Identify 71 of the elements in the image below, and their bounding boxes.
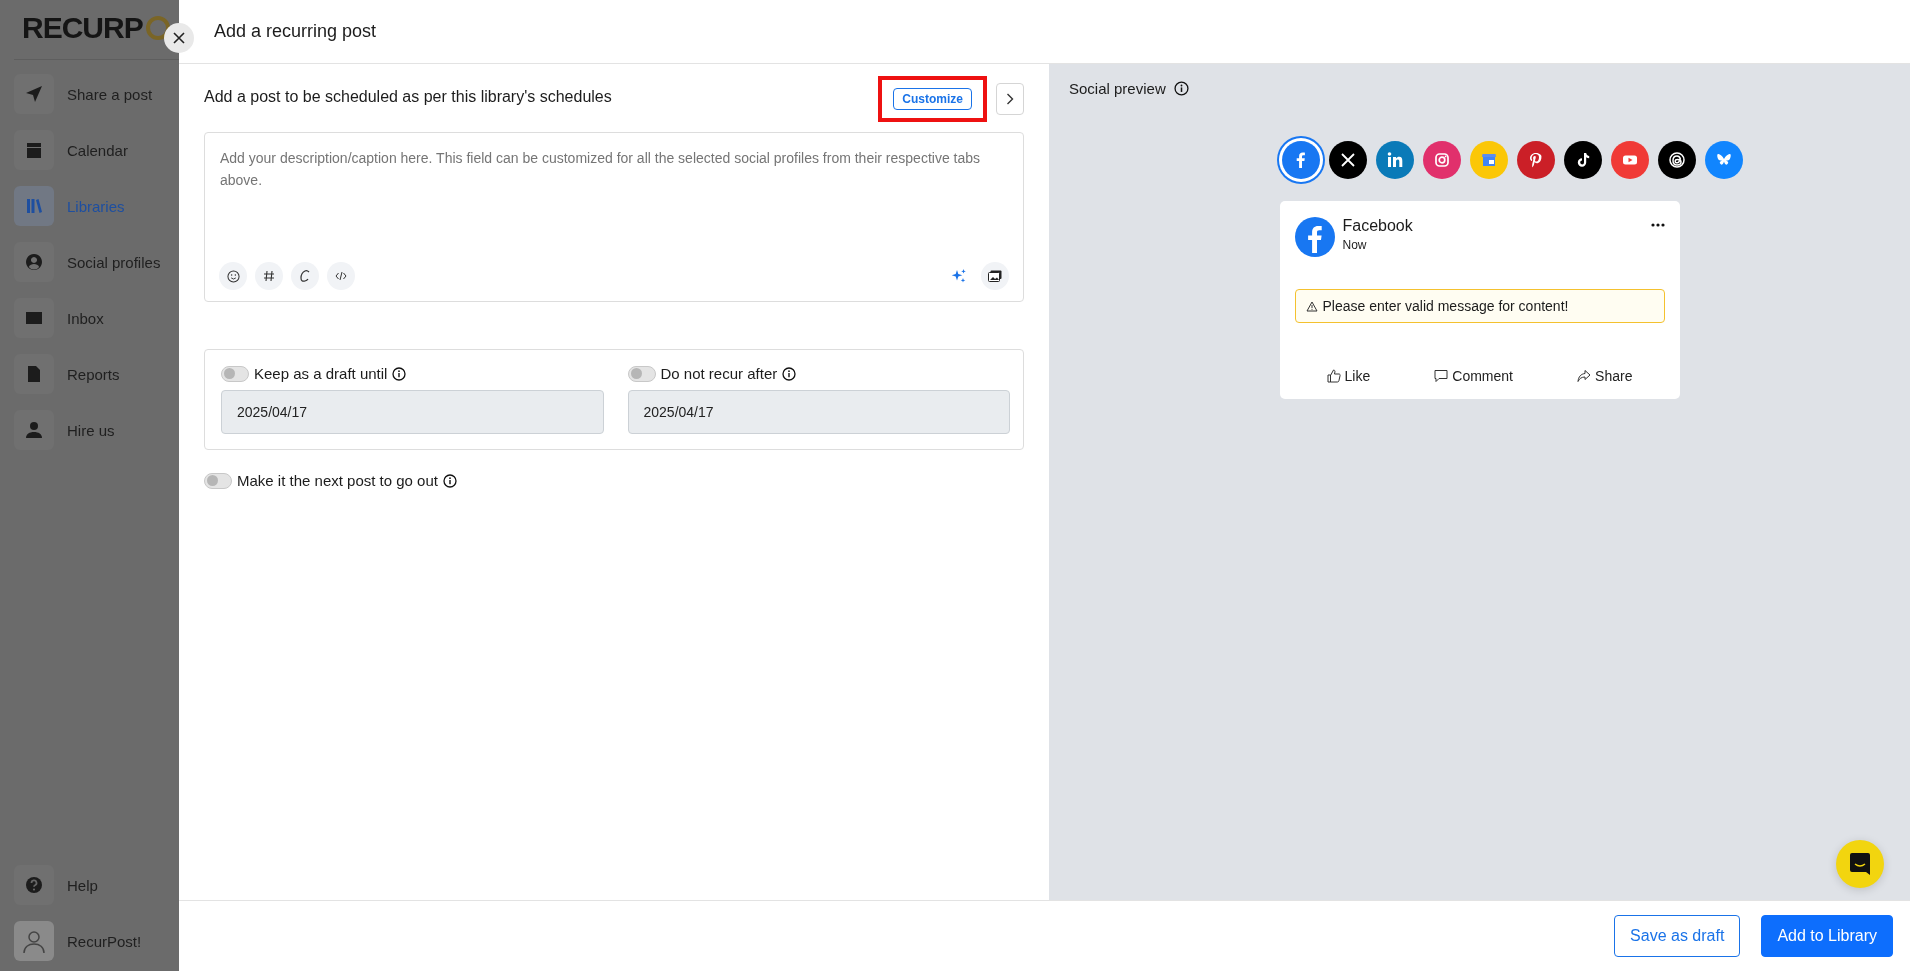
toggle-switch[interactable] [204,472,232,489]
modal-title: Add a recurring post [214,21,377,42]
profile-icon [25,253,43,271]
sidebar-item[interactable]: Help [14,865,179,905]
help-icon [25,876,43,894]
linkedin-tab[interactable] [1375,141,1414,179]
smiley-icon [226,269,240,283]
preview-title: Social preview [1069,80,1166,97]
date-field[interactable]: 2025/04/17 [221,390,604,434]
sidebar-item[interactable]: RecurPost! [14,921,179,961]
caption-field[interactable]: Add your description/caption here. This field can be customized for all the selected social profiles from their respective tabs above. [204,132,1024,302]
speech-bubble-icon [1434,369,1449,383]
comment-button[interactable]: Comment [1428,367,1519,385]
like-button[interactable]: Like [1320,367,1377,385]
pinterest-tab[interactable] [1516,141,1555,179]
toggle-label: Keep as a draft until [254,365,388,382]
info-icon [442,473,457,488]
send-icon [25,85,43,103]
image-icon [988,270,1002,282]
instagram-tab[interactable] [1422,141,1461,179]
sparkles-icon [951,268,967,284]
add-to-library-button[interactable]: Add to Library [1761,915,1893,957]
report-icon [25,365,43,383]
warning-message: Please enter valid message for content! [1294,289,1665,323]
more-icon[interactable] [1650,223,1665,227]
close-icon [173,32,185,44]
share-arrow-icon [1577,369,1592,383]
x-tab[interactable] [1328,141,1367,179]
section-heading: Add a post to be scheduled as per this library's schedules [204,88,612,106]
logo-ring-icon [144,15,171,41]
curly-c-icon [299,269,311,283]
avatar-icon [21,928,47,954]
toggle-label: Make it the next post to go out [237,472,438,489]
sidebar-item[interactable]: Inbox [14,298,179,338]
hashtag-icon [263,270,275,282]
info-icon [782,366,797,381]
post-time: Now [1342,238,1368,252]
next-button[interactable] [996,83,1024,115]
share-button[interactable]: Share [1571,367,1639,385]
save-draft-button[interactable]: Save as draft [1614,915,1741,957]
chat-button[interactable] [1836,840,1884,888]
threads-tab[interactable] [1657,141,1696,179]
thumbs-up-icon [1326,369,1341,383]
date-field[interactable]: 2025/04/17 [627,390,1010,434]
sidebar-item[interactable]: Hire us [14,410,179,450]
bluesky-tab[interactable] [1704,141,1743,179]
sidebar-item[interactable]: Share a post [14,74,179,114]
sidebar-item[interactable]: Social profiles [14,242,179,282]
customize-button[interactable]: Customize [893,88,972,110]
logo-text: RECURP [22,11,143,45]
close-button[interactable] [164,23,194,53]
toggle-label: Do not recur after [660,365,778,382]
facebook-avatar-icon [1294,217,1335,257]
tiktok-tab[interactable] [1563,141,1602,179]
sidebar-item[interactable]: Reports [14,354,179,394]
person-icon [25,421,43,439]
youtube-tab[interactable] [1610,141,1649,179]
info-icon [1173,81,1189,96]
gmb-tab[interactable] [1469,141,1508,179]
chevron-right-icon [1006,93,1014,105]
account-name: Facebook [1342,217,1414,235]
library-icon [25,197,43,215]
sidebar-item[interactable]: Calendar [14,130,179,170]
code-icon [335,271,347,281]
calendar-icon [25,141,43,159]
threads-logo-icon [1666,150,1687,170]
warning-icon [1305,300,1318,312]
toggle-switch[interactable] [221,365,249,382]
toggle-switch[interactable] [627,365,656,382]
info-icon [392,366,407,381]
chat-smile-icon [1849,852,1871,876]
